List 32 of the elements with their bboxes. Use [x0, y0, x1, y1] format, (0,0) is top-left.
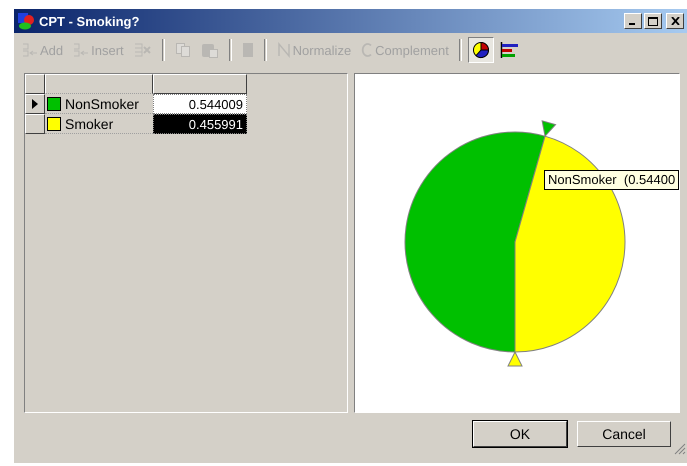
close-button[interactable]: [666, 13, 684, 29]
toolbar-icon-button[interactable]: [468, 37, 494, 63]
probability-cell[interactable]: 0.455991: [153, 114, 247, 134]
row-indicator[interactable]: [25, 94, 45, 114]
current-row-icon: [32, 99, 38, 109]
cancel-button[interactable]: Cancel: [577, 421, 671, 447]
bar-chart-icon: [500, 41, 520, 59]
n-letter-icon: [276, 42, 291, 58]
slice-handle[interactable]: [507, 350, 523, 366]
copy-icon: [174, 42, 191, 58]
ok-button[interactable]: OK: [473, 421, 567, 447]
paste-icon: [200, 42, 219, 58]
state-name: NonSmoker: [65, 96, 139, 112]
insert-row-icon: [73, 42, 90, 58]
app-icon: [17, 12, 35, 30]
page-icon: [242, 42, 254, 58]
row-indicator[interactable]: [25, 114, 45, 134]
probability-cell[interactable]: 0.544009: [153, 94, 247, 114]
c-letter-icon: [361, 42, 374, 58]
maximize-icon: [648, 16, 658, 26]
slice-handle[interactable]: [541, 120, 556, 138]
delete-row-icon: [134, 42, 152, 58]
window-title: CPT - Smoking?: [39, 14, 140, 28]
close-icon: [670, 17, 680, 25]
pie-chart-icon: [472, 41, 490, 59]
resize-grip-icon[interactable]: [674, 443, 686, 455]
maximize-button[interactable]: [644, 13, 662, 29]
tooltip: NonSmoker (0.54400: [544, 170, 679, 190]
state-name: Smoker: [65, 116, 114, 132]
minimize-button[interactable]: [624, 13, 642, 29]
header-cell: [25, 74, 45, 94]
add-row-icon: [22, 42, 38, 58]
